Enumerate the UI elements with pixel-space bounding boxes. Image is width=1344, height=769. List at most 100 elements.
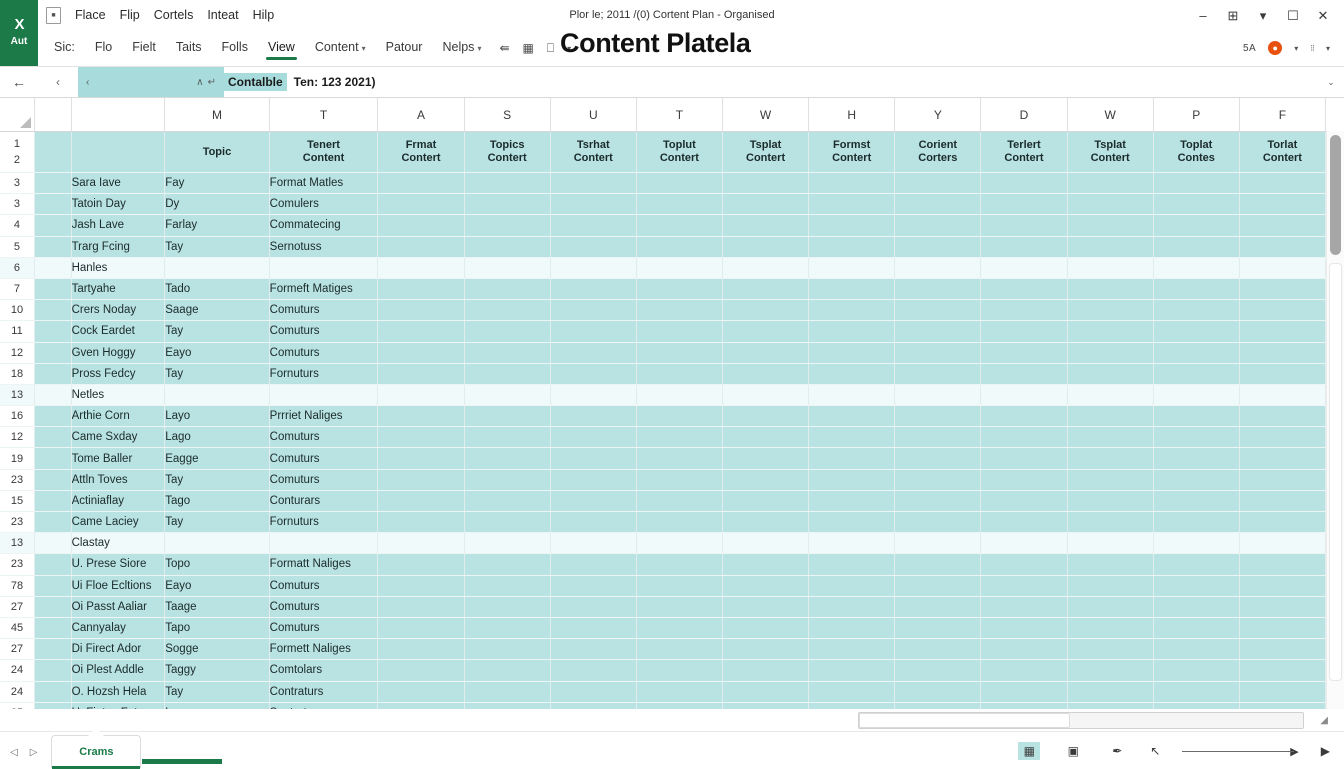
cell-content[interactable]: Comuturs (269, 426, 379, 449)
ribbon-tab-view[interactable]: View (265, 37, 297, 60)
cell-empty[interactable] (34, 469, 72, 491)
cell-empty[interactable] (377, 596, 465, 618)
cell-empty[interactable] (894, 384, 982, 407)
column-header-1[interactable] (71, 98, 166, 132)
row-header[interactable]: 24 (0, 681, 35, 703)
column-header-13[interactable]: P (1153, 98, 1240, 132)
cell-topic[interactable] (164, 384, 270, 407)
column-header-2[interactable]: M (164, 98, 270, 132)
cell-name[interactable]: Came Sxday (71, 426, 166, 449)
cell-empty[interactable] (1239, 638, 1327, 661)
cell-name[interactable]: U. Prese Siore (71, 553, 166, 576)
cell-empty[interactable] (722, 342, 810, 364)
cell-empty[interactable] (722, 575, 810, 597)
cell-content[interactable]: Comuturs (269, 469, 379, 491)
row-header[interactable]: 3 (0, 193, 35, 216)
cell-name[interactable]: Tome Baller (71, 447, 166, 470)
cell-empty[interactable] (722, 299, 810, 322)
cell-empty[interactable] (550, 638, 637, 661)
cell-empty[interactable] (1067, 617, 1154, 640)
ribbon-tab-4[interactable]: Folls (220, 37, 250, 60)
cell-empty[interactable] (1239, 490, 1327, 513)
cell-empty[interactable] (808, 426, 896, 449)
cell-empty[interactable] (377, 702, 465, 709)
cell-content[interactable]: Contraturs (269, 681, 379, 703)
cell-name[interactable]: Oi Plest Addle (71, 659, 166, 682)
cell-empty[interactable] (1153, 193, 1240, 216)
cell-content[interactable]: Comuturs (269, 320, 379, 343)
cell-empty[interactable] (1239, 617, 1327, 640)
cell-empty[interactable] (1067, 596, 1154, 618)
cell-empty[interactable] (1239, 214, 1327, 237)
cell-topic[interactable]: Eayo (164, 575, 270, 597)
cell-empty[interactable] (550, 532, 637, 555)
cell-empty[interactable] (1153, 426, 1240, 449)
cell-empty[interactable] (722, 638, 810, 661)
cell-empty[interactable] (464, 214, 551, 237)
cell-empty[interactable] (464, 299, 551, 322)
cell-topic[interactable]: Tay (164, 363, 270, 385)
cell-empty[interactable] (1067, 490, 1154, 513)
row-header[interactable]: 19 (0, 447, 35, 470)
cell-empty[interactable] (550, 236, 637, 258)
cell-empty[interactable] (1067, 405, 1154, 428)
cell-empty[interactable] (377, 575, 465, 597)
header-cell-4[interactable]: Frmat Contert (377, 131, 465, 173)
cell-empty[interactable] (980, 278, 1068, 301)
cell-empty[interactable] (894, 575, 982, 597)
cell-empty[interactable] (636, 320, 723, 343)
cell-empty[interactable] (808, 278, 896, 301)
cell-topic[interactable] (164, 257, 270, 279)
cell-empty[interactable] (1067, 257, 1154, 279)
avatar[interactable]: ● (1268, 41, 1283, 55)
cell-empty[interactable] (1153, 702, 1240, 709)
cell-empty[interactable] (464, 193, 551, 216)
cell-empty[interactable] (377, 511, 465, 534)
header-cell-13[interactable]: Toplat Contes (1153, 131, 1240, 173)
cell-content[interactable]: Comtolars (269, 659, 379, 682)
cell-empty[interactable] (1067, 681, 1154, 703)
ribbon-tab-content[interactable]: Content ▾ (313, 37, 368, 60)
cell-empty[interactable] (1067, 236, 1154, 258)
cell-empty[interactable] (722, 214, 810, 237)
cell-empty[interactable] (1153, 363, 1240, 385)
close-button[interactable]: ✕ (1316, 8, 1330, 22)
cell-empty[interactable] (377, 299, 465, 322)
row-header[interactable]: 5 (0, 236, 35, 258)
row-header[interactable]: 24 (0, 659, 35, 682)
cell-empty[interactable] (980, 193, 1068, 216)
cell-empty[interactable] (464, 384, 551, 407)
cell-empty[interactable] (1153, 236, 1240, 258)
cell-content[interactable]: Comuturs (269, 299, 379, 322)
cell-empty[interactable] (1067, 299, 1154, 322)
cell-empty[interactable] (808, 236, 896, 258)
cell-empty[interactable] (34, 596, 72, 618)
cell-empty[interactable] (980, 405, 1068, 428)
row-header[interactable]: 16 (0, 405, 35, 428)
cell-empty[interactable] (34, 342, 72, 364)
cell-topic[interactable]: Tay (164, 236, 270, 258)
cell-empty[interactable] (980, 575, 1068, 597)
cell-empty[interactable] (1153, 511, 1240, 534)
cell-empty[interactable] (377, 236, 465, 258)
apps-grid-icon[interactable]: ⁝⁝ (1310, 43, 1315, 54)
cell-empty[interactable] (722, 617, 810, 640)
cell-empty[interactable] (1153, 681, 1240, 703)
cell-empty[interactable] (34, 384, 72, 407)
cell-empty[interactable] (550, 469, 637, 491)
vertical-scrollbar[interactable] (1326, 131, 1344, 709)
cell-empty[interactable] (34, 447, 72, 470)
cell-empty[interactable] (980, 384, 1068, 407)
row-header[interactable]: 13 (0, 384, 35, 407)
cell-topic[interactable]: Eagge (164, 447, 270, 470)
cell-empty[interactable] (980, 236, 1068, 258)
page-layout-icon[interactable]: ▣ (1062, 742, 1084, 760)
cell-empty[interactable] (722, 405, 810, 428)
cell-empty[interactable] (1153, 659, 1240, 682)
cell-empty[interactable] (1239, 702, 1327, 709)
cell-empty[interactable] (894, 511, 982, 534)
column-header-5[interactable]: S (464, 98, 551, 132)
cell-empty[interactable] (980, 320, 1068, 343)
row-header[interactable]: 4 (0, 214, 35, 237)
cell-empty[interactable] (1239, 659, 1327, 682)
